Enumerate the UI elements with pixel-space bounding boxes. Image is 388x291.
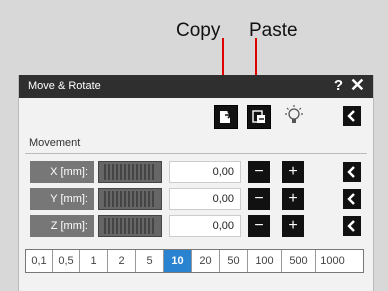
- step-option[interactable]: 2: [108, 250, 136, 272]
- movement-section-label: Movement: [29, 137, 81, 149]
- panel-title: Move & Rotate: [28, 80, 101, 92]
- lightbulb-icon: [285, 105, 303, 123]
- chevron-left-icon: [347, 220, 355, 232]
- copy-annotation: Copy: [176, 20, 221, 41]
- z-row-collapse-button[interactable]: [343, 216, 361, 236]
- z-increment-button[interactable]: +: [282, 215, 304, 237]
- step-option[interactable]: 0,5: [53, 250, 80, 272]
- step-option[interactable]: 100: [248, 250, 282, 272]
- axis-row-x: X [mm]: − +: [19, 161, 373, 184]
- axis-label-z: Z [mm]:: [30, 215, 94, 237]
- step-size-selector: 0,1 0,5 1 2 5 10 20 50 100 500 1000: [25, 249, 364, 273]
- axis-label-y: Y [mm]:: [30, 188, 94, 210]
- move-rotate-panel: Move & Rotate ? ✕ Movement X [mm]: 0,00 …: [18, 75, 374, 291]
- step-option[interactable]: 500: [282, 250, 316, 272]
- lightbulb-button[interactable]: [282, 104, 306, 128]
- axis-row-z: Z [mm]: − +: [19, 215, 373, 238]
- axis-label-x: X [mm]:: [30, 161, 94, 183]
- jog-grip-icon: [104, 191, 154, 207]
- y-row-collapse-button[interactable]: [343, 189, 361, 209]
- chevron-left-icon: [347, 193, 355, 205]
- step-option[interactable]: 1000: [316, 250, 349, 272]
- jog-slider-z[interactable]: [98, 215, 162, 237]
- copy-icon: [220, 111, 233, 123]
- panel-titlebar: Move & Rotate ? ✕: [19, 75, 373, 98]
- y-decrement-button[interactable]: −: [248, 188, 270, 210]
- jog-grip-icon: [104, 164, 154, 180]
- x-value-input[interactable]: [169, 161, 241, 183]
- jog-slider-x[interactable]: [98, 161, 162, 183]
- jog-slider-y[interactable]: [98, 188, 162, 210]
- y-increment-button[interactable]: +: [282, 188, 304, 210]
- step-option[interactable]: 0,1: [26, 250, 53, 272]
- x-decrement-button[interactable]: −: [248, 161, 270, 183]
- step-option[interactable]: 20: [192, 250, 220, 272]
- chevron-left-icon: [347, 166, 355, 178]
- section-divider: [25, 153, 367, 154]
- chevron-left-icon: [347, 110, 355, 122]
- step-option[interactable]: 50: [220, 250, 248, 272]
- z-value-input[interactable]: [169, 215, 241, 237]
- axis-row-y: Y [mm]: − +: [19, 188, 373, 211]
- x-increment-button[interactable]: +: [282, 161, 304, 183]
- jog-grip-icon: [104, 218, 154, 234]
- y-value-input[interactable]: [169, 188, 241, 210]
- paste-button[interactable]: [247, 105, 271, 129]
- step-option[interactable]: 1: [80, 250, 108, 272]
- step-option[interactable]: 5: [136, 250, 164, 272]
- step-option[interactable]: 10: [164, 250, 192, 272]
- paste-icon: [252, 110, 265, 123]
- close-button[interactable]: ✕: [350, 75, 365, 96]
- x-row-collapse-button[interactable]: [343, 162, 361, 182]
- collapse-button[interactable]: [343, 106, 361, 126]
- copy-button[interactable]: [214, 105, 238, 129]
- help-button[interactable]: ?: [334, 77, 343, 94]
- z-decrement-button[interactable]: −: [248, 215, 270, 237]
